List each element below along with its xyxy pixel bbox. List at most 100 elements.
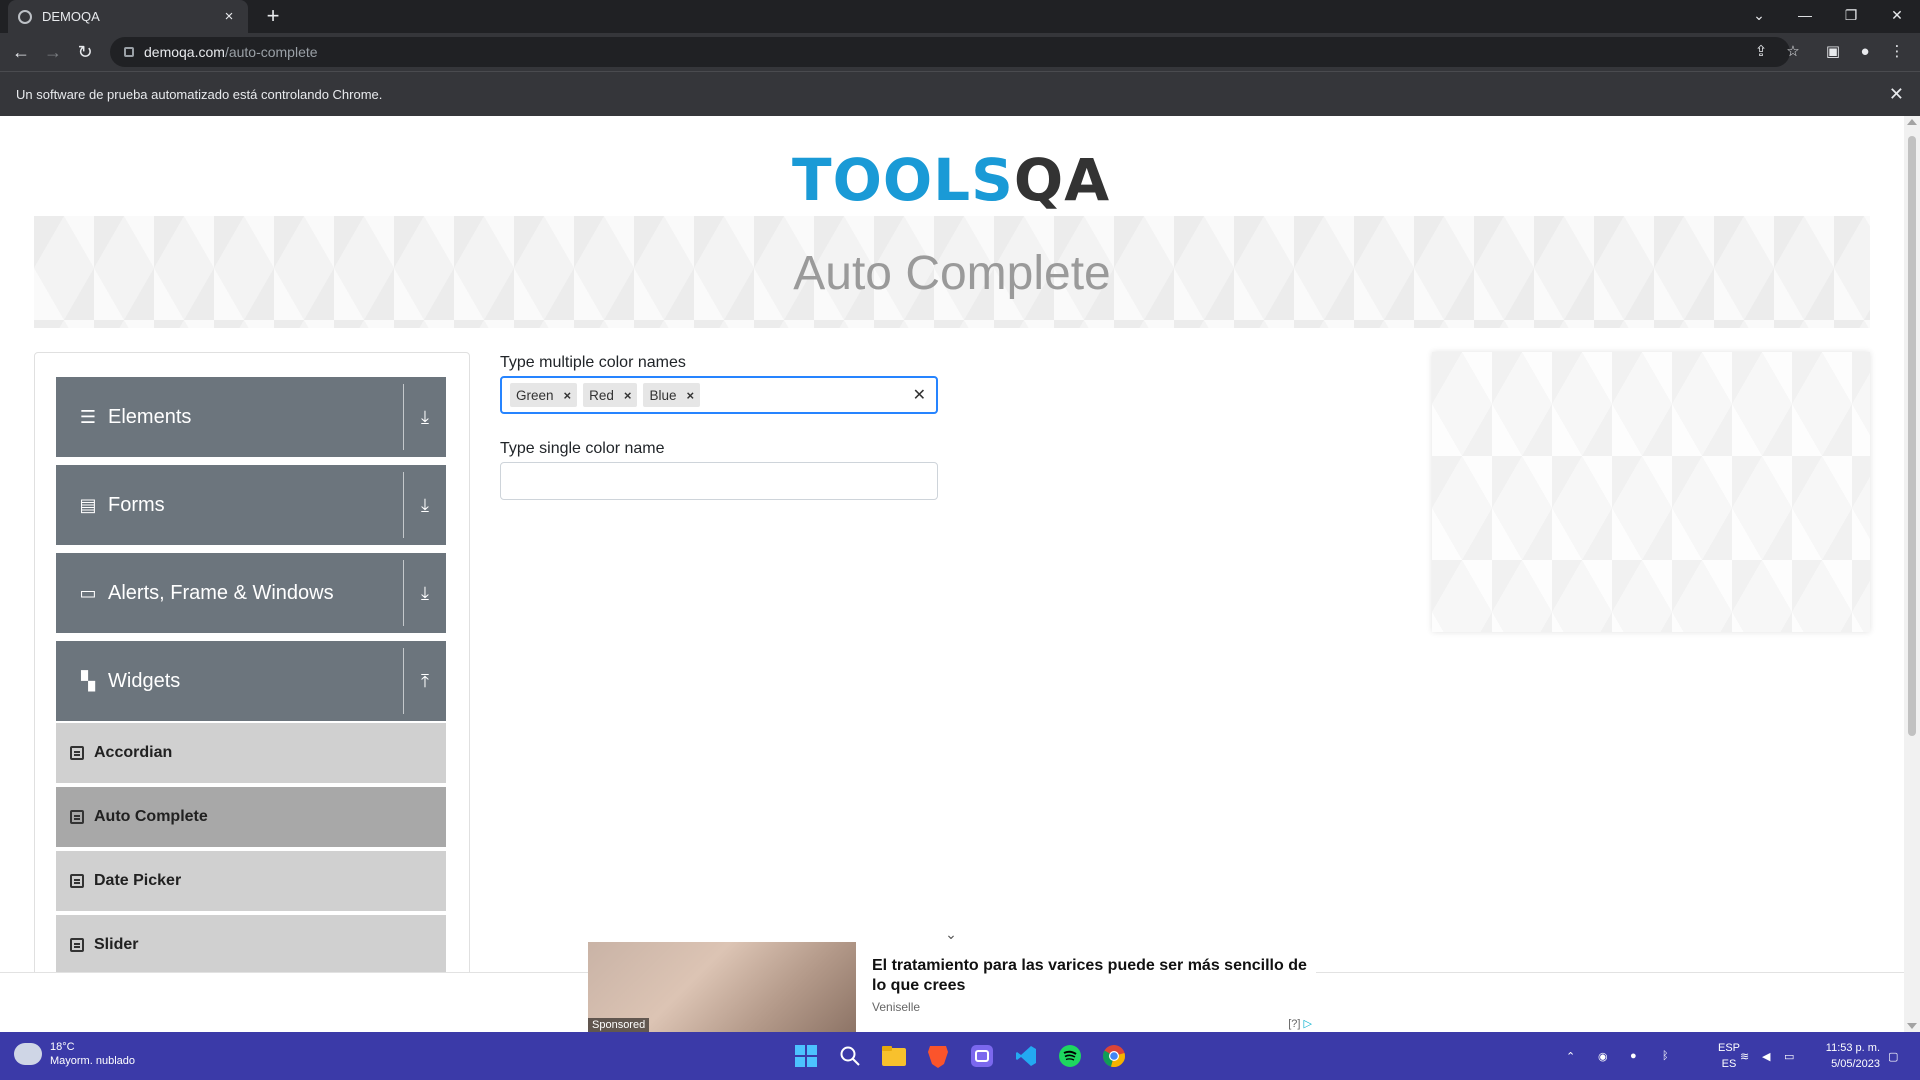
ad-image: Sponsored [588,942,856,1032]
single-color-input[interactable] [501,463,937,499]
volume-icon[interactable]: ◀ [1762,1032,1770,1080]
sidebar-group-elements[interactable]: ☰ Elements ⤓ [56,377,446,457]
brave-browser-icon[interactable] [922,1040,954,1072]
browser-toolbar: ← → ↻ demoqa.com /auto-complete ⇪ ☆ ▣ ● … [0,33,1920,71]
clear-all-icon[interactable]: ✕ [913,385,926,405]
document-icon: ▤ [79,494,97,515]
widgets-icon: ▚ [81,670,95,691]
sidebar-item-auto-complete[interactable]: Auto Complete [56,787,446,849]
back-arrow-icon[interactable]: ← [10,41,32,63]
list-icon [70,746,84,760]
scroll-up-icon[interactable] [1907,119,1917,125]
group-label: Widgets [108,669,181,692]
ad-brand: Veniselle [872,1000,921,1014]
sidebar-group-forms[interactable]: ▤ Forms ⤓ [56,465,446,545]
multi-color-label: Type multiple color names [500,354,686,371]
page-banner: Auto Complete [34,216,1870,328]
vscode-icon[interactable] [1010,1040,1042,1072]
restore-button[interactable]: ❐ [1828,0,1874,30]
weather-text: Mayorm. nublado [50,1055,135,1067]
sidebar-group-widgets[interactable]: ▚ Widgets ⤒ [56,641,446,721]
globe-icon [18,9,32,24]
scrollbar-thumb[interactable] [1908,136,1916,736]
remove-chip-icon[interactable]: × [681,388,701,403]
tray-app-icon[interactable]: ◉ [1598,1032,1608,1080]
search-icon[interactable] [834,1040,866,1072]
tab-close-button[interactable]: × [220,8,238,25]
tray-app-icon[interactable]: ● [1630,1032,1637,1080]
bookmark-star-icon[interactable]: ☆ [1782,41,1804,63]
sidebar-item-accordian[interactable]: Accordian [56,723,446,785]
window-icon: ▭ [79,582,97,603]
adchoices-icon: ▷ [1303,1018,1312,1030]
bluetooth-icon[interactable]: ᛒ [1662,1032,1669,1080]
battery-icon[interactable]: ▭ [1784,1032,1794,1080]
chip-label: Green [516,387,554,403]
upload-arrow-icon: ⤒ [421,670,429,691]
sidebar-item-label: Auto Complete [94,808,208,825]
remove-chip-icon[interactable]: × [558,388,578,403]
automation-infobar: Un software de prueba automatizado está … [0,71,1920,116]
windows-start-icon[interactable] [790,1040,822,1072]
app-icon[interactable] [966,1040,998,1072]
single-color-label: Type single color name [500,440,665,457]
profile-icon[interactable]: ● [1854,41,1876,63]
remove-chip-icon[interactable]: × [618,388,638,403]
chevron-down-icon[interactable]: ⌄ [943,926,959,942]
menu-kebab-icon[interactable]: ⋮ [1886,41,1908,63]
ad-info-text: [?] [1288,1018,1301,1030]
side-panel-icon[interactable]: ▣ [1822,41,1844,63]
file-explorer-icon[interactable] [878,1040,910,1072]
weather-widget[interactable]: 18°C Mayorm. nublado [14,1037,135,1068]
sponsored-label: Sponsored [588,1018,650,1032]
new-tab-button[interactable]: + [260,4,286,30]
sidebar-item-label: Slider [94,936,139,953]
share-icon[interactable]: ⇪ [1750,41,1772,63]
tab-title: DEMOQA [42,9,100,24]
sidebar-group-alerts[interactable]: ▭ Alerts, Frame & Windows ⤓ [56,553,446,633]
lang-bottom: ES [1721,1058,1737,1070]
lock-icon [124,47,134,57]
language-indicator[interactable]: ESP ES [1718,1040,1740,1072]
chip-label: Red [589,387,614,403]
chrome-icon[interactable] [1098,1040,1130,1072]
download-arrow-icon: ⤓ [421,582,429,603]
logo-qa-text: QA [1013,146,1111,214]
ad-headline[interactable]: El tratamiento para las varices puede se… [872,956,1312,996]
browser-tab-strip: DEMOQA × + ⌄ — ❐ ✕ [0,0,1920,33]
date: 5/05/2023 [1831,1058,1880,1070]
cloud-sun-icon [14,1037,42,1065]
browser-tab[interactable]: DEMOQA × [8,0,248,33]
sidebar-item-slider[interactable]: Slider [56,915,446,977]
address-bar[interactable]: demoqa.com /auto-complete [110,37,1790,67]
clock[interactable]: 11:53 p. m. 5/05/2023 [1826,1040,1880,1072]
single-color-field[interactable] [500,462,938,500]
color-chip-red: Red × [583,383,638,407]
time: 11:53 p. m. [1825,1042,1880,1054]
minimize-button[interactable]: — [1782,0,1828,30]
reload-icon[interactable]: ↻ [74,41,96,63]
ad-info[interactable]: [?] ▷ [1288,1017,1312,1030]
list-icon [70,938,84,952]
show-hidden-icons-icon[interactable]: ⌃ [1566,1032,1575,1080]
infobar-close-button[interactable]: ✕ [1889,84,1904,105]
download-arrow-icon: ⤓ [421,494,429,515]
tab-search-icon[interactable]: ⌄ [1736,0,1782,30]
multi-color-input[interactable]: Green × Red × Blue × ✕ [500,376,938,414]
logo-tools-text: TOOLS [792,146,1014,214]
spotify-icon[interactable] [1054,1040,1086,1072]
hamburger-icon: ☰ [79,406,97,427]
scroll-down-icon[interactable] [1907,1023,1917,1029]
toolsqa-logo[interactable]: TOOLSQA [792,132,1122,216]
window-close-button[interactable]: ✕ [1874,0,1920,30]
wifi-icon[interactable]: ≋ [1740,1032,1749,1080]
page-scrollbar[interactable] [1904,116,1920,1032]
windows-taskbar: 18°C Mayorm. nublado ⌃ ◉ ● ᛒ ESP ES ≋ ◀ … [0,1032,1920,1080]
sidebar-item-date-picker[interactable]: Date Picker [56,851,446,913]
forward-arrow-icon[interactable]: → [42,41,64,63]
color-chip-blue: Blue × [643,383,701,407]
notifications-icon[interactable]: ▢ [1888,1032,1898,1080]
download-arrow-icon: ⤓ [421,406,429,427]
bottom-ad[interactable]: Sponsored El tratamiento para las varice… [588,942,1316,1032]
temperature: 18°C [50,1041,75,1053]
